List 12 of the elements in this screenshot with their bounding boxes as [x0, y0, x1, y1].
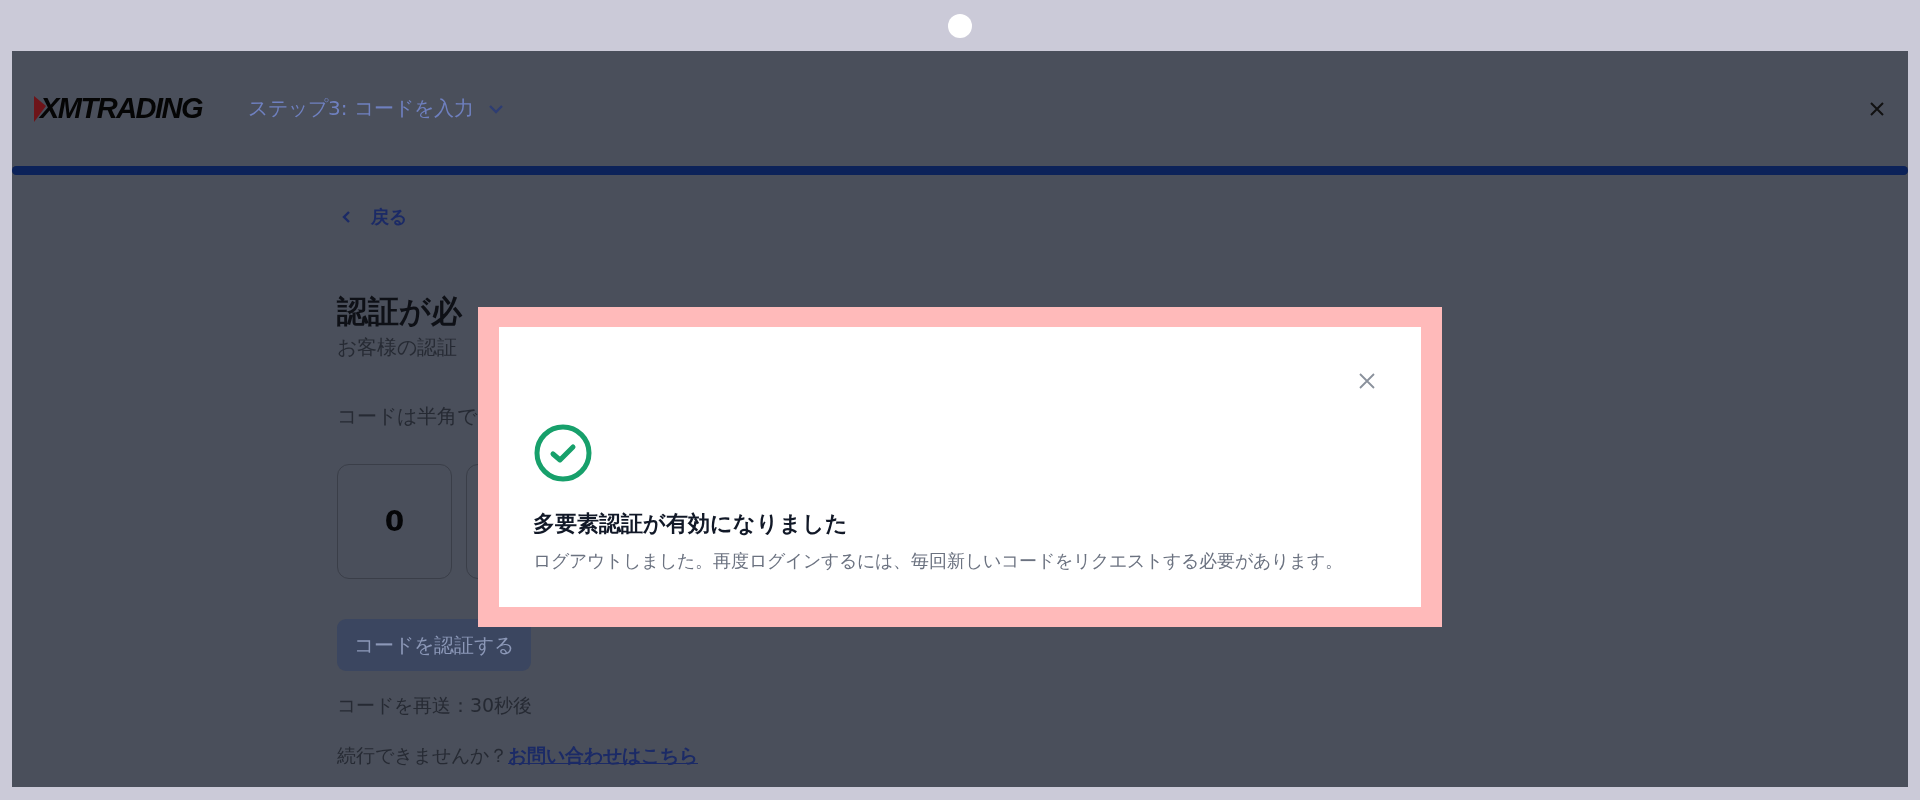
logo-text: XMTRADING: [40, 92, 203, 125]
close-icon[interactable]: [1358, 372, 1376, 390]
step-dropdown[interactable]: ステップ3: コードを入力: [248, 95, 504, 122]
check-circle-icon: [533, 423, 593, 483]
chevron-left-icon: [341, 210, 351, 224]
page-title: 認証が必: [337, 293, 462, 331]
code-input[interactable]: 0: [337, 464, 452, 580]
dialog-title: 多要素認証が有効になりました: [533, 510, 849, 538]
camera-dot: [948, 13, 972, 38]
close-icon[interactable]: [1868, 99, 1886, 118]
chevron-down-icon: [487, 103, 504, 114]
dialog-message: ログアウトしました。再度ログインするには、毎回新しいコードをリクエストする必要があります。: [533, 549, 1344, 573]
